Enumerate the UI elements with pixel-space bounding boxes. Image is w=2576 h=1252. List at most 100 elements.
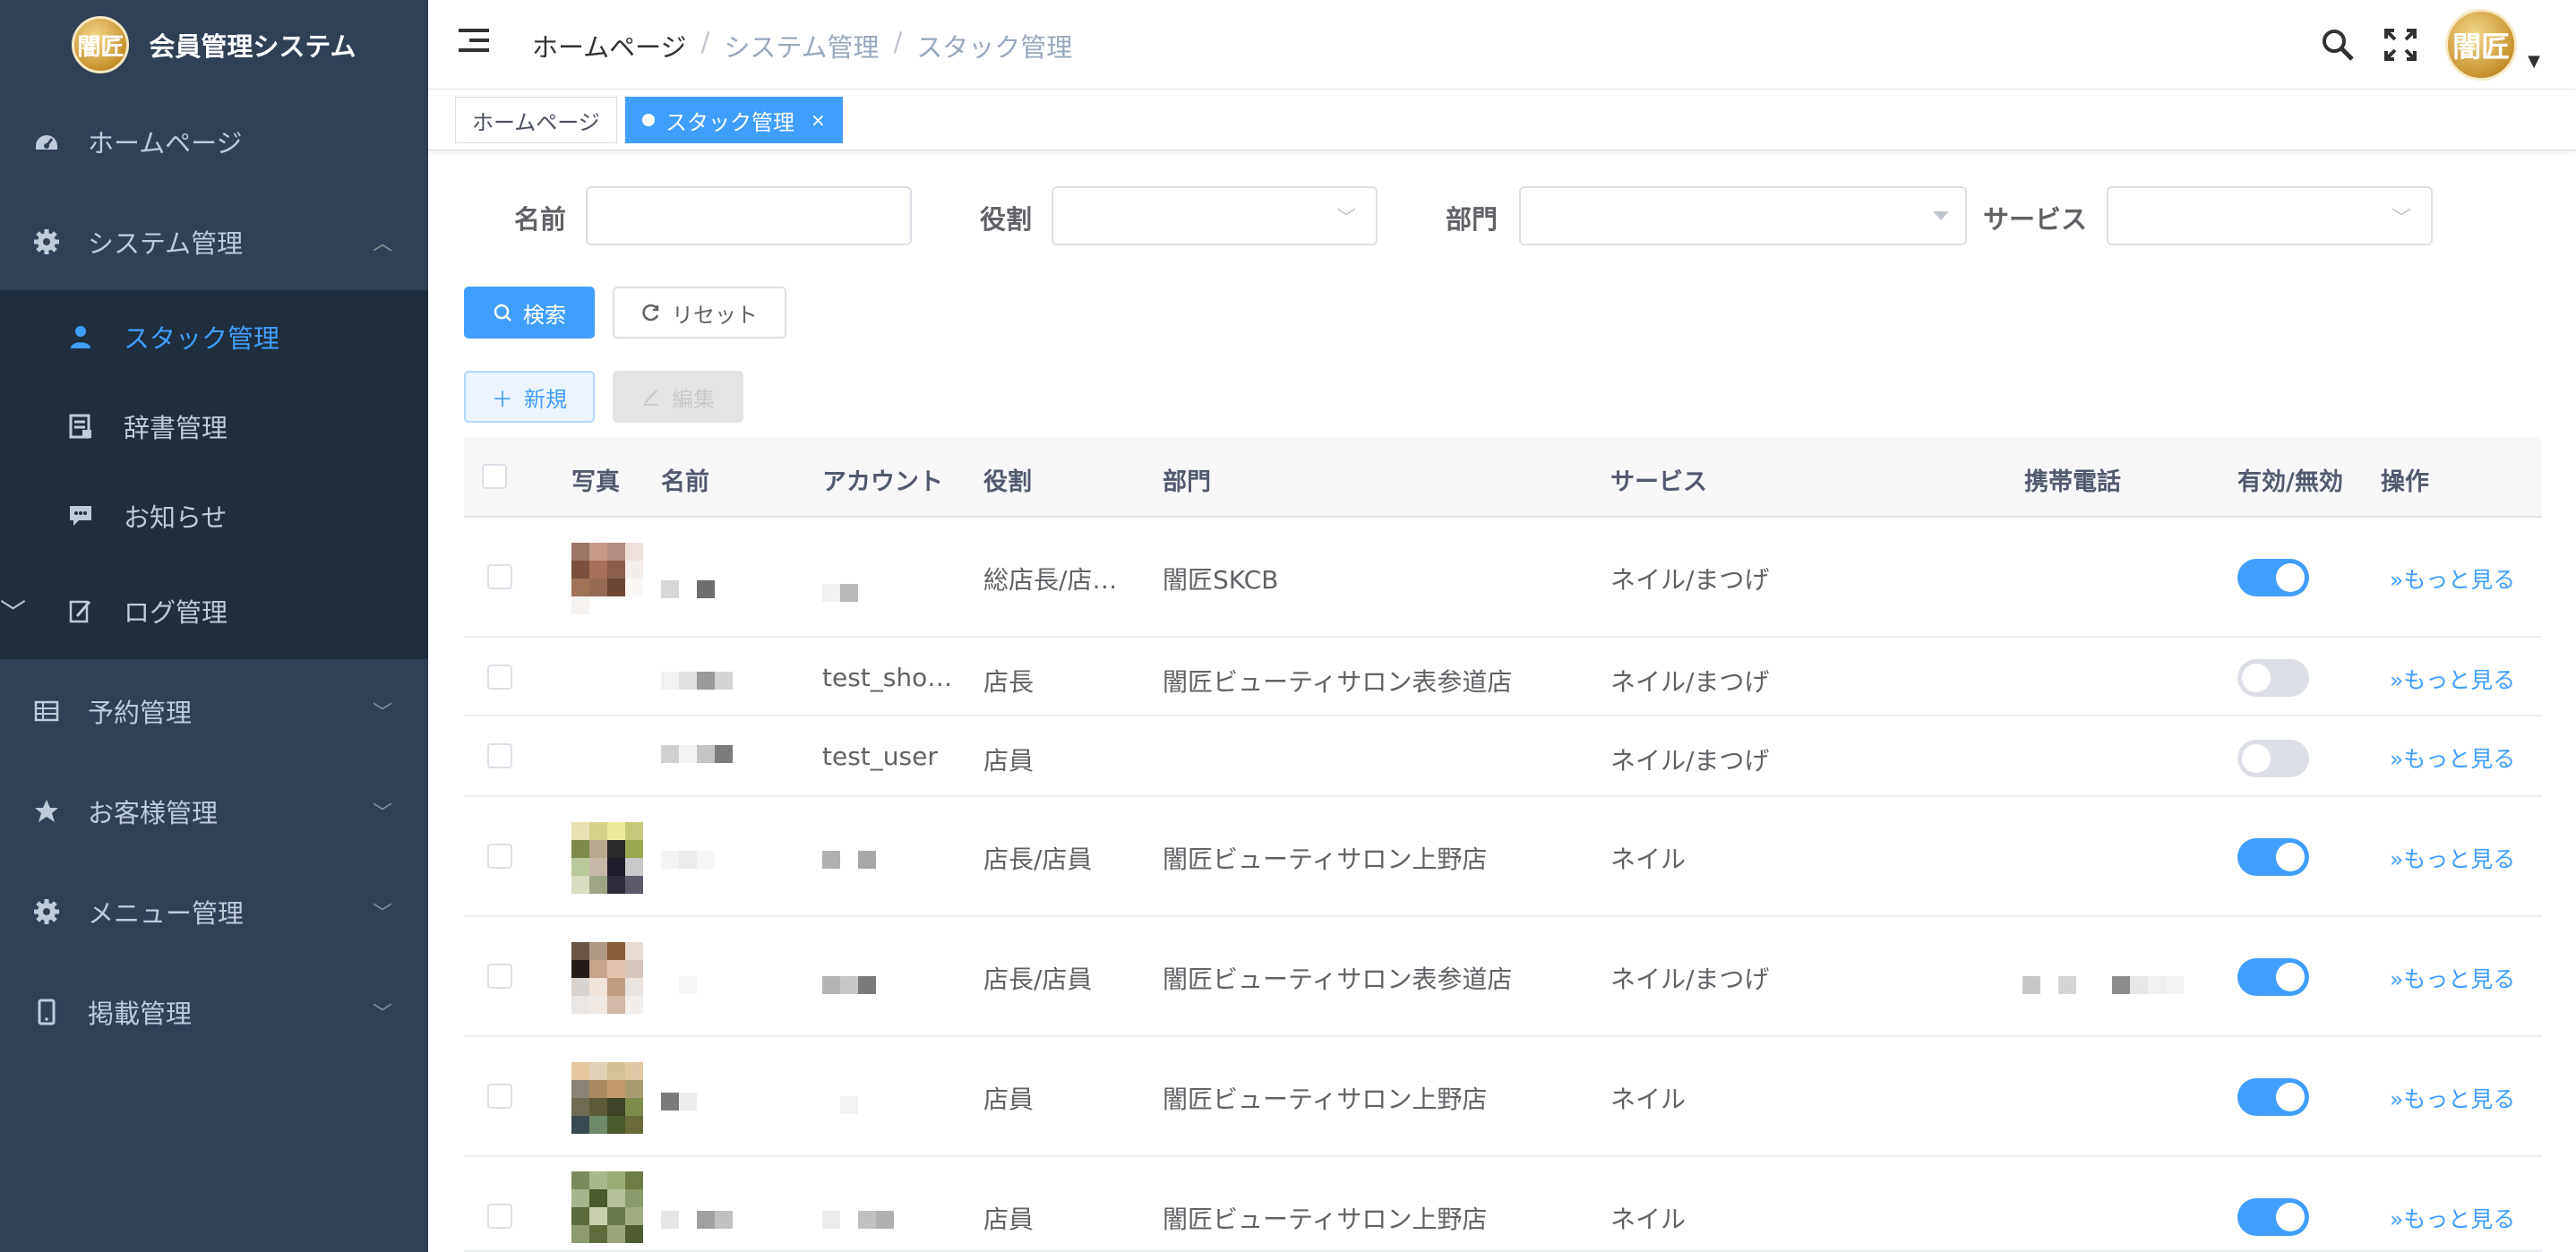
reset-button[interactable]: リセット	[613, 287, 786, 339]
row-service: ネイル/まつげ	[1610, 965, 1770, 994]
table-header: 写真 名前 アカウント 役割 部門 サービス 携帯電話 有効/無効 操作	[464, 437, 2542, 518]
caret-down-icon	[1933, 211, 1949, 220]
row-checkbox[interactable]	[487, 564, 512, 589]
row-checkbox[interactable]	[487, 1084, 512, 1109]
chevron-down-icon: ﹀	[372, 702, 392, 725]
more-link[interactable]: »もっと見る	[2390, 962, 2515, 994]
row-checkbox[interactable]	[487, 964, 512, 989]
row-role: 店員	[983, 1085, 1035, 1114]
more-link[interactable]: »もっと見る	[2390, 663, 2515, 695]
row-service: ネイル	[1610, 1085, 1687, 1114]
logo-icon: 闇匠	[72, 16, 130, 73]
col-photo: 写真	[571, 468, 620, 496]
caret-down-icon[interactable]: ▼	[2528, 52, 2540, 71]
row-checkbox[interactable]	[487, 665, 512, 690]
enabled-switch[interactable]	[2237, 740, 2309, 777]
logo-text: 闇匠	[77, 33, 125, 61]
sidebar-item-home[interactable]: ホームページ	[0, 91, 428, 192]
fullscreen-icon[interactable]	[2383, 27, 2418, 63]
sidebar-item-system[interactable]: システム管理 ︿	[0, 192, 428, 292]
more-link[interactable]: »もっと見る	[2390, 1082, 2515, 1114]
enabled-switch[interactable]	[2237, 1078, 2309, 1116]
name-input[interactable]	[586, 186, 912, 245]
more-link[interactable]: »もっと見る	[2390, 562, 2515, 595]
row-checkbox[interactable]	[487, 1204, 512, 1229]
sidebar-item-log[interactable]: ログ管理 ﹀	[0, 566, 428, 656]
sidebar-item-customer[interactable]: お客様管理 ﹀	[0, 761, 428, 862]
more-link[interactable]: »もっと見る	[2390, 742, 2515, 774]
star-icon	[32, 797, 61, 826]
app-logo[interactable]: 闇匠 会員管理システム	[0, 0, 428, 90]
new-button[interactable]: ＋ 新規	[464, 371, 595, 423]
sidebar-item-label: システム管理	[88, 228, 244, 259]
row-role: 総店長/店…	[983, 565, 1118, 595]
sidebar-item-dictionary[interactable]: 辞書管理	[0, 382, 428, 471]
more-link[interactable]: »もっと見る	[2390, 1202, 2515, 1234]
gear-icon	[32, 227, 61, 256]
close-icon[interactable]: ×	[811, 109, 826, 131]
role-label: 役割	[980, 204, 1033, 235]
edit-icon	[66, 596, 95, 625]
blurred-account	[822, 973, 876, 994]
row-checkbox[interactable]	[487, 844, 512, 869]
app-title: 会員管理システム	[149, 31, 356, 62]
sidebar-item-notice[interactable]: お知らせ	[0, 471, 428, 561]
col-account: アカウント	[822, 468, 943, 496]
sidebar-item-listing[interactable]: 掲載管理 ﹀	[0, 962, 428, 1062]
switch-knob	[2276, 563, 2305, 592]
blurred-name	[661, 742, 733, 763]
blurred-phone	[2022, 973, 2184, 994]
tag-label: ホームページ	[472, 109, 600, 135]
avatar-text: 闇匠	[2452, 30, 2511, 64]
chevron-down-icon: ﹀	[1335, 208, 1356, 230]
blurred-name	[661, 1207, 733, 1229]
service-select[interactable]: ﹀	[2107, 186, 2433, 245]
row-dept: 闇匠ビューティサロン表参道店	[1163, 965, 1513, 994]
enabled-switch[interactable]	[2237, 958, 2309, 996]
table-row: 店長/店員 闇匠ビューティサロン表参道店 ネイル/まつげ »もっと見る	[464, 917, 2542, 1037]
table-row: 店員 闇匠ビューティサロン上野店 ネイル »もっと見る	[464, 1157, 2542, 1252]
user-avatar[interactable]: 闇匠	[2445, 9, 2518, 81]
tag-staff[interactable]: スタック管理 ×	[625, 97, 843, 143]
staff-photo	[571, 822, 643, 894]
search-icon	[494, 304, 511, 322]
service-label: サービス	[1983, 204, 2088, 235]
active-dot-icon	[642, 114, 655, 126]
tag-label: スタック管理	[665, 109, 794, 135]
col-phone: 携帯電話	[2024, 468, 2121, 496]
dept-select[interactable]	[1519, 186, 1967, 245]
edit-button[interactable]: 編集	[613, 371, 743, 423]
col-name: 名前	[661, 468, 709, 496]
breadcrumb-home[interactable]: ホームページ	[532, 27, 687, 64]
row-checkbox[interactable]	[487, 743, 512, 768]
role-select[interactable]: ﹀	[1052, 186, 1378, 245]
table-row: 店長/店員 闇匠ビューティサロン上野店 ネイル »もっと見る	[464, 797, 2542, 917]
enabled-switch[interactable]	[2237, 559, 2309, 596]
breadcrumb-separator: /	[893, 27, 903, 57]
enabled-switch[interactable]	[2237, 659, 2309, 697]
enabled-switch[interactable]	[2237, 1198, 2309, 1236]
tag-home[interactable]: ホームページ	[455, 97, 617, 143]
sidebar-item-reservation[interactable]: 予約管理 ﹀	[0, 661, 428, 761]
blurred-account	[822, 1207, 894, 1229]
col-dept: 部門	[1163, 468, 1211, 496]
table-row: test_sho… 店長 闇匠ビューティサロン表参道店 ネイル/まつげ »もっと…	[464, 638, 2542, 716]
hamburger-menu-icon[interactable]	[459, 29, 489, 59]
blurred-name	[679, 973, 697, 994]
search-icon[interactable]	[2320, 27, 2356, 63]
row-role: 店長/店員	[983, 845, 1093, 874]
switch-knob	[2242, 744, 2271, 773]
sidebar-item-label: 辞書管理	[124, 413, 228, 443]
sidebar-item-staff[interactable]: スタック管理	[0, 292, 428, 382]
user-icon	[66, 322, 95, 351]
select-all-checkbox[interactable]	[482, 464, 507, 489]
more-link[interactable]: »もっと見る	[2390, 842, 2515, 874]
phone-icon	[32, 998, 61, 1026]
chevron-down-icon: ﹀	[372, 1003, 392, 1025]
row-dept: 闇匠SKCB	[1163, 565, 1279, 595]
sidebar-item-menu[interactable]: メニュー管理 ﹀	[0, 862, 428, 962]
enabled-switch[interactable]	[2237, 838, 2309, 876]
col-service: サービス	[1610, 468, 1707, 496]
search-button[interactable]: 検索	[464, 287, 595, 339]
row-role: 店長	[983, 667, 1035, 697]
